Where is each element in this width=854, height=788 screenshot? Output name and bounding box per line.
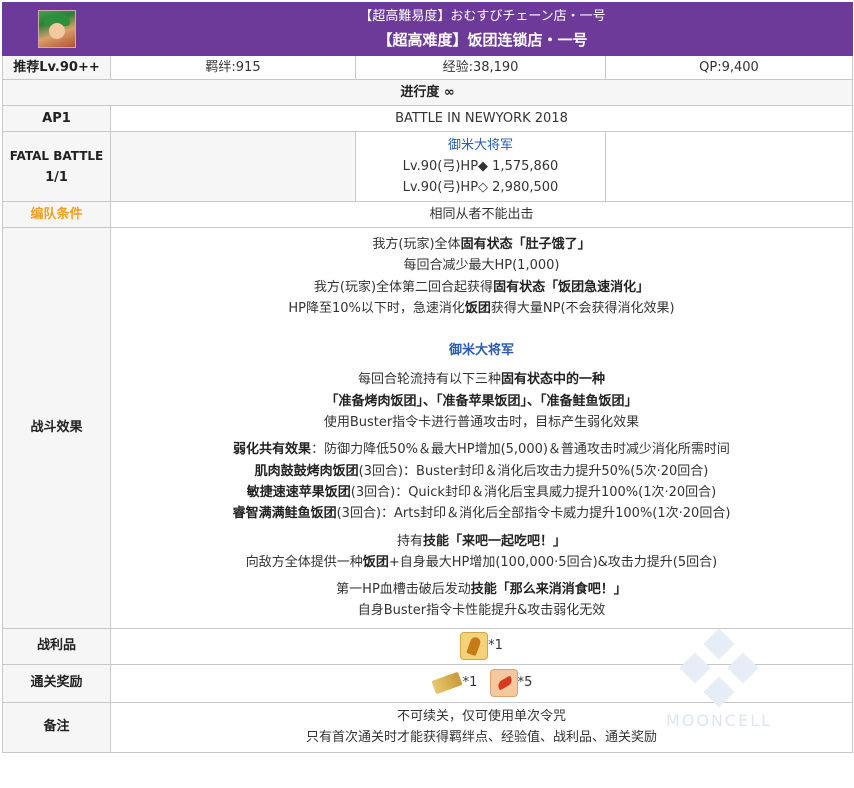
effect-highlight: 「准备烤肉饭团」、「准备苹果饭团」、「准备鲑鱼饭团」 [325, 393, 638, 409]
rewards-label: 通关奖励 [2, 663, 111, 703]
effect-line: 第一HP血槽击破后发动技能「那么来消消食吧！」 [111, 579, 852, 600]
effect-line: 使用Buster指令卡进行普通攻击时，目标产生弱化效果 [323, 415, 640, 431]
effect-highlight: 敏捷速速苹果饭团 [246, 484, 351, 500]
effect-text: 持有 [396, 533, 423, 549]
effect-highlight: 肌肉鼓鼓烤肉饭团 [254, 463, 359, 479]
effect-highlight: 固有状态中的一种 [501, 372, 606, 388]
effect-text: +自身最大HP增加(100,000·5回合)&攻击力提升(5回合) [388, 554, 718, 570]
enemy-info: 御米大将军 Lv.90(弓)HP◆ 1,575,860 Lv.90(弓)HP◇ … [355, 131, 606, 202]
effect-line: 我方(玩家)全体固有状态「肚子饿了」 [111, 234, 852, 255]
effect-highlight: 饭团 [464, 300, 491, 316]
effect-highlight: 技能「来吧一起吃吧！」 [423, 533, 567, 549]
quest-table: 【超高難易度】おむすびチェーン店・一号 【超高难度】饭团连锁店・一号 推荐Lv.… [2, 2, 853, 753]
enemy-avatar[interactable] [38, 10, 76, 48]
effect-line: 每回合轮流持有以下三种固有状态中的一种 [111, 369, 852, 390]
effect-text: HP降至10%以下时，急速消化 [288, 300, 465, 316]
empty-enemy-slot-right [605, 131, 853, 202]
quest-title-cn: 【超高难度】饭团连锁店・一号 [377, 31, 588, 49]
enemy-hp-1: Lv.90(弓)HP◆ 1,575,860 [402, 159, 559, 174]
effect-text: (3回合)：Quick封印＆消化后宝具威力提升100%(1次·20回合) [350, 484, 717, 500]
effect-line: 持有技能「来吧一起吃吧！」 [111, 531, 852, 552]
effect-line: 肌肉鼓鼓烤肉饭团(3回合)：Buster封印＆消化后攻击力提升50%(5次·20… [111, 461, 852, 482]
effect-highlight: 固有状态「肚子饿了」 [460, 237, 591, 252]
effect-line: 每回合减少最大HP(1,000) [403, 258, 560, 274]
effect-line: 弱化共有效果：防御力降低50%＆最大HP增加(5,000)＆普通攻击时减少消化所… [111, 439, 852, 460]
effect-text: 每回合轮流持有以下三种 [357, 372, 501, 388]
battle-effects: 我方(玩家)全体固有状态「肚子饿了」 每回合减少最大HP(1,000) 我方(玩… [110, 227, 853, 629]
bond-value: 羁绊:915 [110, 55, 356, 80]
effect-line: 自身Buster指令卡性能提升&攻击弱化无效 [357, 603, 606, 619]
fatal-battle-count: 1/1 [45, 169, 68, 185]
effect-highlight: 弱化共有效果 [233, 442, 312, 458]
rewards-items: *1 *5 [110, 663, 853, 703]
effect-highlight: 技能「那么来消消食吧！」 [470, 582, 627, 598]
effect-line: 敏捷速速苹果饭团(3回合)：Quick封印＆消化后宝具威力提升100%(1次·2… [111, 482, 852, 503]
effect-line: 我方(玩家)全体第二回合起获得固有状态「饭团急速消化」 [111, 277, 852, 298]
battle-effects-label: 战斗效果 [2, 227, 111, 629]
effect-text: 向敌方全体提供一种 [245, 554, 363, 570]
effect-text: (3回合)：Buster封印＆消化后攻击力提升50%(5次·20回合) [358, 463, 709, 479]
ap-label: AP1 [2, 105, 111, 132]
effect-highlight: 睿智满满鲑鱼饭团 [232, 506, 337, 522]
ticket-icon[interactable] [431, 671, 463, 695]
effect-text: 第一HP血槽击破后发动 [336, 582, 471, 598]
qp-value: QP:9,400 [605, 55, 853, 80]
enemy-hp-2: Lv.90(弓)HP◇ 2,980,500 [402, 180, 559, 195]
drops-items: *1 [110, 627, 853, 665]
quest-header: 【超高難易度】おむすびチェーン店・一号 【超高难度】饭团连锁店・一号 [2, 2, 853, 56]
effect-text: ：防御力降低50%＆最大HP增加(5,000)＆普通攻击时减少消化所需时间 [311, 442, 730, 458]
notes-label: 备注 [2, 701, 111, 753]
reward-count-1: *1 [462, 675, 478, 691]
fatal-battle-label: FATAL BATTLE 1/1 [2, 131, 111, 202]
quest-panel: 【超高難易度】おむすびチェーン店・一号 【超高难度】饭团连锁店・一号 推荐Lv.… [2, 2, 853, 753]
effect-enemy-name[interactable]: 御米大将军 [111, 340, 852, 361]
effect-text: 我方(玩家)全体第二回合起获得 [313, 279, 494, 295]
empty-enemy-slot-left [110, 131, 356, 202]
recommend-level: 推荐Lv.90++ [2, 55, 111, 80]
notes-line-2: 只有首次通关时才能获得羁绊点、经验值、战利品、通关奖励 [305, 730, 657, 746]
notes-value: 不可续关，仅可使用单次令咒 只有首次通关时才能获得羁绊点、经验值、战利品、通关奖… [110, 701, 853, 753]
quest-title-jp: 【超高難易度】おむすびチェーン店・一号 [359, 9, 606, 24]
effect-line: 睿智满满鲑鱼饭团(3回合)：Arts封印＆消化后全部指令卡威力提升100%(1次… [111, 503, 852, 524]
progress-row: 进行度 ∞ [2, 79, 853, 106]
effect-text: 获得大量NP(不会获得消化效果) [490, 300, 675, 316]
notes-line-1: 不可续关，仅可使用单次令咒 [396, 709, 566, 725]
effect-highlight: 固有状态「饭团急速消化」 [493, 279, 650, 295]
effect-highlight: 饭团 [362, 554, 389, 570]
battle-name: BATTLE IN NEWYORK 2018 [110, 105, 853, 132]
gold-material-icon[interactable] [460, 632, 489, 661]
effect-text: 我方(玩家)全体 [372, 237, 461, 252]
effect-line: 向敌方全体提供一种饭团+自身最大HP增加(100,000·5回合)&攻击力提升(… [111, 552, 852, 573]
enemy-name[interactable]: 御米大将军 [356, 135, 605, 156]
drop-count: *1 [488, 638, 503, 654]
formation-label: 编队条件 [2, 201, 111, 228]
feather-material-icon[interactable] [489, 669, 518, 698]
effect-line: HP降至10%以下时，急速消化饭团获得大量NP(不会获得消化效果) [111, 298, 852, 319]
exp-value: 经验:38,190 [355, 55, 606, 80]
fatal-battle-title: FATAL BATTLE [9, 148, 104, 163]
effect-line: 「准备烤肉饭团」、「准备苹果饭团」、「准备鲑鱼饭团」 [111, 391, 852, 412]
effect-text: (3回合)：Arts封印＆消化后全部指令卡威力提升100%(1次·20回合) [336, 506, 731, 522]
reward-count-2: *5 [517, 675, 533, 691]
drops-label: 战利品 [2, 627, 111, 665]
formation-value: 相同从者不能出击 [110, 201, 853, 228]
